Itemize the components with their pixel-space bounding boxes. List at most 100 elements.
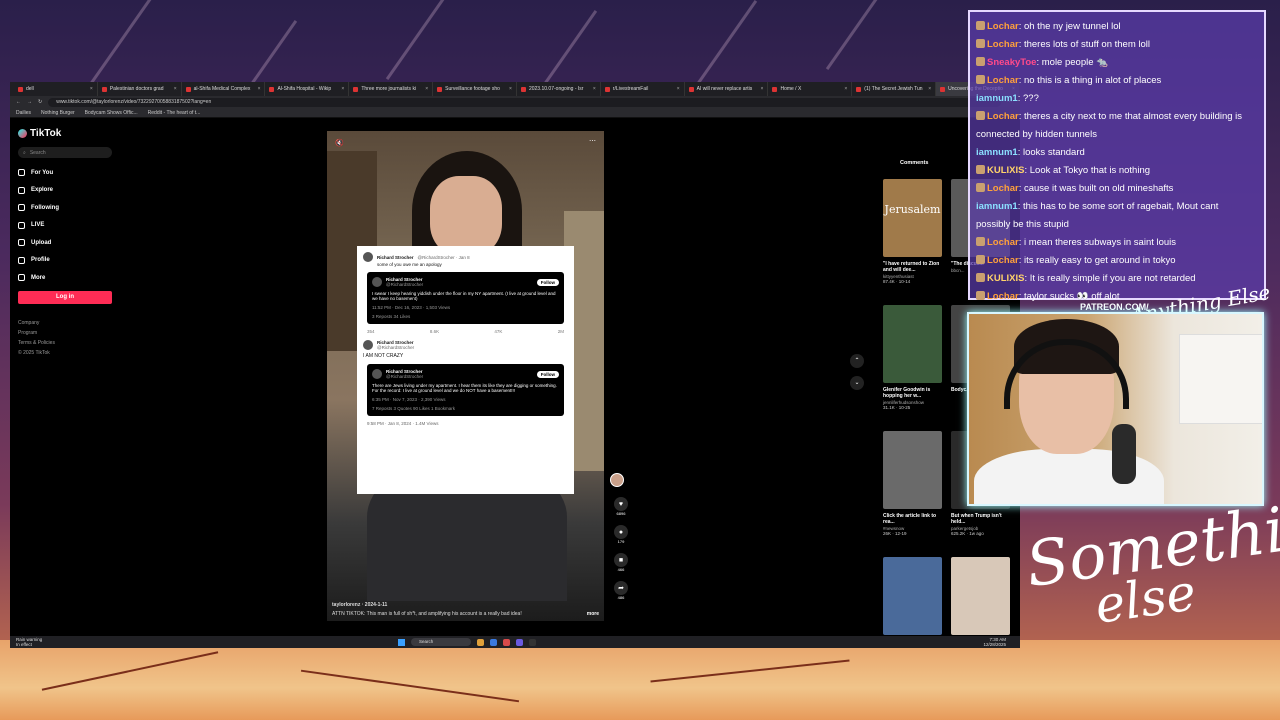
chat-message: Lochar: i mean theres subways in saint l…: [976, 234, 1258, 252]
next-video-button[interactable]: ⌄: [850, 376, 864, 390]
chat-username: Lochar: [987, 75, 1019, 86]
browser-tab[interactable]: Palestinian doctors grad ×: [98, 82, 182, 96]
back-icon[interactable]: ←: [16, 99, 21, 105]
user-badge-icon: [976, 111, 985, 120]
tab-label: AI will never replace artis: [696, 86, 753, 92]
browser-tab[interactable]: Three more journalists ki ×: [349, 82, 434, 96]
obs-icon[interactable]: [529, 638, 536, 646]
browser-tab[interactable]: dell ×: [14, 82, 98, 96]
discord-icon[interactable]: [516, 638, 523, 646]
chat-message: KULIXIS: Look at Tokyo that is nothing: [976, 162, 1258, 180]
forward-icon[interactable]: →: [27, 99, 32, 105]
close-icon[interactable]: ×: [258, 86, 261, 92]
follow-button-2: Follow: [536, 370, 559, 378]
close-icon[interactable]: ×: [509, 86, 512, 92]
close-icon[interactable]: ×: [844, 86, 847, 92]
clock-date: 12/28/2025: [983, 642, 1006, 647]
sidebar-item-upload[interactable]: Upload: [18, 234, 112, 252]
browser-tab[interactable]: r/LivestreamFail ×: [601, 82, 685, 96]
search-input[interactable]: ⌕ Search: [18, 147, 112, 158]
suggested-video[interactable]: [883, 557, 942, 639]
creator-avatar[interactable]: [610, 473, 624, 487]
browser-tab[interactable]: al-Shifa Medical Complex ×: [182, 82, 266, 96]
action-bookmark[interactable]: ■ 466: [610, 553, 632, 572]
sidebar-footer: Company Program Terms & Policies © 2025 Tik…: [18, 318, 112, 358]
tweet-action-count: 354: [367, 329, 375, 334]
close-icon[interactable]: ×: [677, 86, 680, 92]
quoted-text: I swear I keep hearing yiddish under the…: [372, 291, 556, 301]
sidebar-item-explore[interactable]: Explore: [18, 182, 112, 200]
nav-icon: [18, 204, 25, 212]
suggested-video[interactable]: [951, 557, 1010, 639]
chat-text: possibly be this stupid: [976, 219, 1069, 230]
sidebar-item-live[interactable]: LIVE: [18, 217, 112, 235]
sidebar-item-following[interactable]: Following: [18, 199, 112, 217]
sidebar-item-for-you[interactable]: For You: [18, 164, 112, 182]
suggested-video[interactable]: Jerusalem "I have returned to Zion and wi…: [883, 179, 942, 284]
action-share[interactable]: ➦ 486: [610, 581, 632, 600]
tab-label: dell: [26, 86, 34, 92]
tiktok-logo[interactable]: TikTok: [18, 128, 112, 139]
start-icon[interactable]: [398, 638, 405, 646]
action-heart[interactable]: ♥ 6896: [610, 497, 632, 516]
close-icon[interactable]: ×: [425, 86, 428, 92]
chat-text: theres a city next to me that almost eve…: [1023, 111, 1243, 122]
nav-icon: [18, 221, 25, 229]
taskbar: Rain warning In effect Search 7:30 AM 12…: [10, 636, 1020, 648]
video-username[interactable]: taylorlorenz: [332, 602, 360, 608]
close-icon[interactable]: ×: [928, 86, 931, 92]
bookmark-item[interactable]: Bodycam Shows Offic...: [85, 110, 138, 116]
action-comment[interactable]: ● 179: [610, 525, 632, 544]
chat-text: cause it was built on old mineshafts: [1023, 183, 1174, 194]
app-icon[interactable]: [503, 638, 510, 646]
previous-video-button[interactable]: ⌃: [850, 354, 864, 368]
taskbar-search[interactable]: Search: [411, 638, 471, 646]
close-icon[interactable]: ×: [593, 86, 596, 92]
browser-tab[interactable]: Al-Shifa Hospital - Wikip ×: [265, 82, 350, 96]
tab-comments[interactable]: Comments: [900, 160, 928, 166]
sidebar-item-more[interactable]: More: [18, 269, 112, 287]
close-icon[interactable]: ×: [90, 86, 93, 92]
browser-tab[interactable]: 2023.10.07-ongoing - Isr ×: [517, 82, 601, 96]
bookmark-item[interactable]: Nothing Burger: [41, 110, 75, 116]
webcam-feed: [967, 312, 1264, 506]
browser-tab[interactable]: (1) The Secret Jewish Tun ×: [852, 82, 937, 96]
quoted-avatar: [372, 277, 382, 287]
footer-link[interactable]: Program: [18, 328, 112, 338]
tab-favicon: [520, 86, 526, 92]
video-player[interactable]: 🔇 ⋯ Richard Strocher @RichardStrocher · …: [327, 131, 604, 621]
logo-text: TikTok: [30, 128, 62, 139]
close-icon[interactable]: ×: [174, 86, 177, 92]
clock[interactable]: 7:30 AM 12/28/2025: [983, 637, 1006, 647]
tab-label: Palestinian doctors grad: [109, 86, 164, 92]
weather-widget[interactable]: Rain warning In effect: [16, 637, 42, 647]
chat-message: KULIXIS: It is really simple if you are …: [976, 270, 1258, 288]
footer-link[interactable]: © 2025 TikTok: [18, 348, 112, 358]
sidebar-item-profile[interactable]: Profile: [18, 252, 112, 270]
url-field[interactable]: www.tiktok.com/@taylorlorenz/video/73229…: [48, 97, 1001, 107]
footer-link[interactable]: Terms & Policies: [18, 338, 112, 348]
suggested-video[interactable]: Glenifer Goodwin is hopping her w... jenn…: [883, 305, 942, 410]
reload-icon[interactable]: ↻: [38, 99, 42, 105]
file-explorer-icon[interactable]: [477, 638, 484, 646]
browser-tab[interactable]: Home / X ×: [768, 82, 853, 96]
tweet-action-count: 2M: [557, 329, 564, 334]
footer-link[interactable]: Company: [18, 318, 112, 328]
caption-more-link[interactable]: more: [587, 611, 599, 617]
tweet-text: some of you owe me an apology: [377, 262, 442, 267]
close-icon[interactable]: ×: [341, 86, 344, 92]
stream-chat: Lochar: oh the ny jew tunnel lol Lochar: …: [968, 10, 1266, 302]
chat-message: Lochar: theres lots of stuff on them lol…: [976, 36, 1258, 54]
bookmark-item[interactable]: Reddit - The heart of t...: [148, 110, 201, 116]
quoted-tweet-1: Richard Strocher @RichardStrocher Follow…: [367, 272, 564, 324]
browser-tab[interactable]: AI will never replace artis ×: [685, 82, 769, 96]
browser-tab[interactable]: Surveillance footage sho ×: [433, 82, 517, 96]
browser-icon[interactable]: [490, 638, 497, 646]
tab-favicon: [185, 86, 191, 92]
bookmark-item[interactable]: Dailies: [16, 110, 31, 116]
suggested-video[interactable]: Click the article link to rea... #newsnow…: [883, 431, 942, 536]
mute-icon[interactable]: 🔇: [335, 139, 344, 147]
close-icon[interactable]: ×: [761, 86, 764, 92]
more-options-icon[interactable]: ⋯: [589, 137, 596, 145]
login-button[interactable]: Log in: [18, 290, 112, 304]
